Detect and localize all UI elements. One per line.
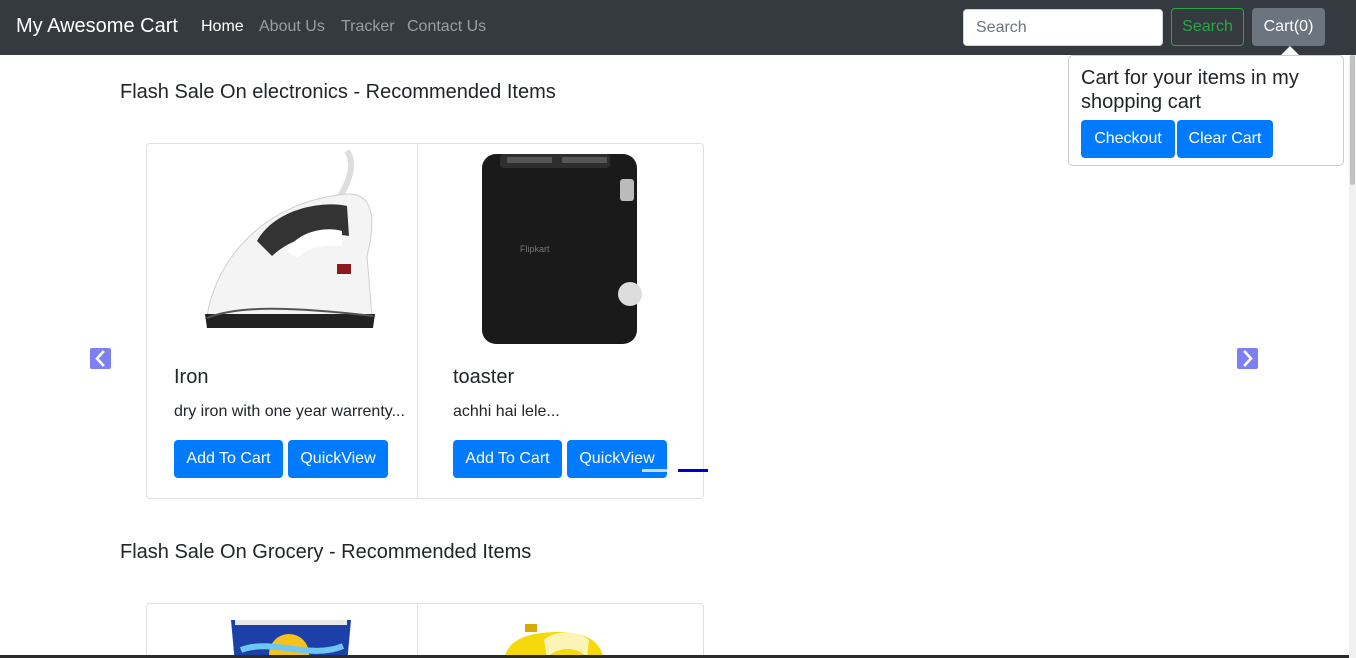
cart-popover: Cart for your items in my shopping cart …	[1068, 55, 1344, 166]
section-title-grocery: Flash Sale On Grocery - Recommended Item…	[120, 541, 532, 563]
chevron-right-icon	[1243, 350, 1253, 367]
clear-cart-button[interactable]: Clear Cart	[1177, 120, 1273, 158]
carousel-indicator[interactable]	[642, 469, 667, 472]
popover-title: Cart for your items in my shopping cart	[1081, 67, 1299, 113]
card-divider	[417, 144, 418, 498]
quickview-button[interactable]: QuickView	[288, 440, 388, 478]
electronics-card-group: Iron dry iron with one year warrenty... …	[146, 143, 704, 499]
carousel-next-button[interactable]	[1237, 348, 1258, 369]
scrollbar-thumb[interactable]	[1350, 55, 1355, 185]
page-scrollbar[interactable]	[1349, 55, 1356, 658]
oil-can-image	[504, 624, 604, 658]
carousel-prev-button[interactable]	[90, 348, 111, 369]
product-title: toaster	[453, 366, 515, 388]
nav-link-tracker[interactable]: Tracker	[341, 18, 395, 36]
product-title: Iron	[174, 366, 209, 388]
iron-image	[205, 149, 375, 328]
brand-logo[interactable]: My Awesome Cart	[16, 15, 178, 38]
quickview-button[interactable]: QuickView	[567, 440, 667, 478]
svg-text:Flipkart: Flipkart	[520, 244, 550, 254]
yogurt-tub-image	[231, 620, 351, 658]
product-description: achhi hai lele...	[453, 403, 560, 420]
product-description: dry iron with one year warrenty...	[174, 403, 405, 420]
chevron-left-icon	[95, 350, 105, 367]
nav-link-about[interactable]: About Us	[259, 18, 325, 36]
section-title-electronics: Flash Sale On electronics - Recommended …	[120, 81, 556, 103]
search-button[interactable]: Search	[1171, 8, 1244, 46]
navbar: My Awesome Cart Home About Us Tracker Co…	[0, 0, 1356, 55]
add-to-cart-button[interactable]: Add To Cart	[453, 440, 562, 478]
toaster-image: Flipkart	[482, 154, 642, 344]
search-input[interactable]	[963, 9, 1163, 46]
grocery-card-group	[146, 603, 704, 658]
nav-link-contact[interactable]: Contact Us	[407, 18, 486, 36]
popover-arrow	[1281, 46, 1299, 55]
checkout-button[interactable]: Checkout	[1081, 120, 1175, 158]
card-divider	[417, 604, 418, 658]
carousel-indicator-active[interactable]	[678, 469, 708, 472]
add-to-cart-button[interactable]: Add To Cart	[174, 440, 283, 478]
cart-button[interactable]: Cart(0)	[1252, 8, 1325, 46]
nav-link-home[interactable]: Home	[201, 18, 244, 36]
